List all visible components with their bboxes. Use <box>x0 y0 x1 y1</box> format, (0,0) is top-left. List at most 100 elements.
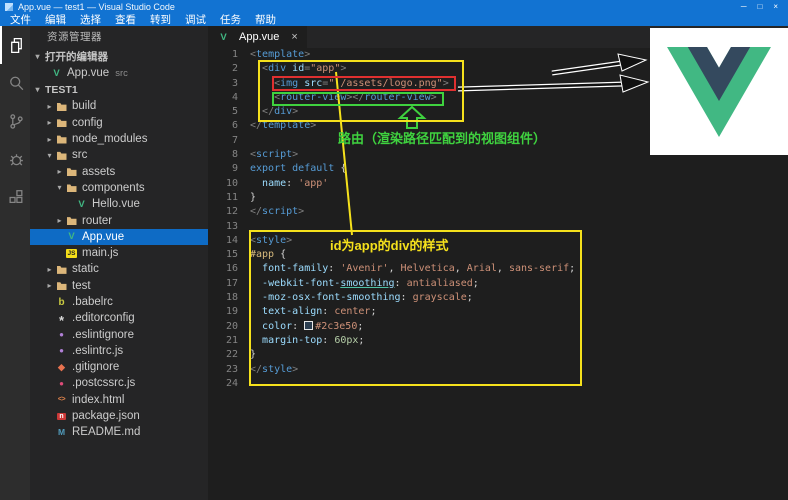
code-line[interactable]: 13 <box>208 220 788 234</box>
code-line[interactable]: 11} <box>208 191 788 205</box>
code-line[interactable]: 17 -webkit-font-smoothing: antialiased; <box>208 277 788 291</box>
tree-item-package.json[interactable]: package.json <box>30 408 208 424</box>
open-editor-detail: src <box>115 67 128 79</box>
line-number: 11 <box>225 191 238 203</box>
line-number: 14 <box>225 234 238 246</box>
line-number: 5 <box>231 106 238 118</box>
tree-item-label: src <box>72 149 88 162</box>
code-line[interactable]: 9 export default { <box>208 162 788 176</box>
line-number: 16 <box>225 263 238 275</box>
tree-item-main.js[interactable]: main.js <box>30 245 208 261</box>
tree-item-Hello.vue[interactable]: Hello.vue <box>30 196 208 212</box>
line-number: 17 <box>225 277 238 289</box>
tree-item-index.html[interactable]: index.html <box>30 392 208 408</box>
code-line[interactable]: 16 font-family: 'Avenir', Helvetica, Ari… <box>208 262 788 276</box>
tree-item-node_modules[interactable]: ▸ node_modules <box>30 131 208 147</box>
tree-item-.eslintignore[interactable]: .eslintignore <box>30 326 208 342</box>
line-number: 8 <box>231 149 238 161</box>
menu-选择[interactable]: 选择 <box>73 12 108 27</box>
code-line[interactable]: 21 margin-top: 60px; <box>208 334 788 348</box>
chevron-right-icon: ▸ <box>47 281 52 291</box>
menu-任务[interactable]: 任务 <box>213 12 248 27</box>
tree-item-.gitignore[interactable]: .gitignore <box>30 359 208 375</box>
code-line[interactable]: 20 color: #2c3e50; <box>208 320 788 334</box>
tab-close-icon[interactable]: × <box>291 31 297 43</box>
line-number: 23 <box>225 363 238 375</box>
tree-item-label: .eslintignore <box>72 328 135 341</box>
code-line[interactable]: 18 -moz-osx-font-smoothing: grayscale; <box>208 291 788 305</box>
tree-item-.postcssrc.js[interactable]: .postcssrc.js <box>30 375 208 391</box>
code-line[interactable]: 10 name: 'app' <box>208 177 788 191</box>
menu-转到[interactable]: 转到 <box>143 12 178 27</box>
tree-item-assets[interactable]: ▸ assets <box>30 163 208 179</box>
tree-item-label: .babelrc <box>72 296 113 308</box>
line-content: <script> <box>250 149 299 161</box>
explorer-sidebar: 资源管理器 ▾ 打开的编辑器 App.vue src ▾ TEST1 ▸ build… <box>30 26 208 500</box>
folder-icon <box>55 117 68 129</box>
line-content: export default { <box>250 163 347 175</box>
tab-app-vue[interactable]: App.vue × <box>208 26 307 48</box>
tree-item-label: main.js <box>82 247 119 260</box>
menu-调试[interactable]: 调试 <box>178 12 213 27</box>
explorer-icon[interactable] <box>0 26 30 64</box>
open-editors-section[interactable]: ▾ 打开的编辑器 <box>30 48 208 65</box>
tree-item-src[interactable]: ▾ src <box>30 147 208 163</box>
line-content: <div id="app"> <box>262 63 347 75</box>
tree-item-label: node_modules <box>72 133 148 146</box>
tree-item-.editorconfig[interactable]: .editorconfig <box>30 310 208 326</box>
line-content: <img src="./assets/logo.png"> <box>274 77 449 89</box>
search-icon[interactable] <box>0 64 30 102</box>
tree-item-static[interactable]: ▸ static <box>30 261 208 277</box>
tree-item-.eslintrc.js[interactable]: .eslintrc.js <box>30 343 208 359</box>
code-line[interactable]: 14 <style> <box>208 234 788 248</box>
tree-item-build[interactable]: ▸ build <box>30 98 208 114</box>
line-number: 18 <box>225 292 238 304</box>
open-editors-label: 打开的编辑器 <box>45 51 108 63</box>
open-editor-App.vue[interactable]: App.vue src <box>30 65 208 81</box>
close-icon[interactable]: × <box>773 2 778 11</box>
tree-item-label: package.json <box>72 410 140 423</box>
line-number: 12 <box>225 206 238 218</box>
chevron-down-icon: ▾ <box>47 150 52 160</box>
source-control-icon[interactable] <box>0 102 30 140</box>
menu-编辑[interactable]: 编辑 <box>38 12 73 27</box>
line-content: #app { <box>250 249 287 261</box>
chevron-right-icon: ▸ <box>47 101 52 111</box>
tree-item-test[interactable]: ▸ test <box>30 278 208 294</box>
file-tree: ▸ build ▸ config ▸ node_modules ▾ src ▸ assets ▾ co… <box>30 98 208 440</box>
color-swatch-icon[interactable] <box>304 320 314 330</box>
menu-查看[interactable]: 查看 <box>108 12 143 27</box>
tree-item-.babelrc[interactable]: .babelrc <box>30 294 208 310</box>
menu-文件[interactable]: 文件 <box>3 12 38 27</box>
tree-item-label: components <box>82 181 145 194</box>
tree-item-components[interactable]: ▾ components <box>30 180 208 196</box>
code-line[interactable]: 24 <box>208 377 788 391</box>
editorconfig-icon <box>55 312 68 324</box>
menu-帮助[interactable]: 帮助 <box>248 12 283 27</box>
code-line[interactable]: 19 text-align: center; <box>208 305 788 319</box>
line-number: 22 <box>225 349 238 361</box>
maximize-icon[interactable]: □ <box>757 2 762 11</box>
tree-item-label: .gitignore <box>72 361 120 374</box>
tree-item-config[interactable]: ▸ config <box>30 115 208 131</box>
extensions-icon[interactable] <box>0 178 30 216</box>
tree-item-label: config <box>72 116 103 129</box>
code-line[interactable]: 22} <box>208 348 788 362</box>
tree-item-label: README.md <box>72 426 141 439</box>
folder-icon <box>55 263 68 275</box>
tree-item-router[interactable]: ▸ router <box>30 212 208 228</box>
project-root-label: TEST1 <box>45 83 78 96</box>
minimize-icon[interactable]: ─ <box>741 2 747 11</box>
tree-item-label: index.html <box>72 393 125 406</box>
tree-item-README.md[interactable]: README.md <box>30 424 208 440</box>
line-content: } <box>250 349 257 361</box>
line-number: 1 <box>231 49 238 60</box>
project-root-section[interactable]: ▾ TEST1 <box>30 81 208 98</box>
code-line[interactable]: 23 </style> <box>208 363 788 377</box>
debug-icon[interactable] <box>0 140 30 178</box>
code-line[interactable]: 15 #app { <box>208 248 788 262</box>
code-line[interactable]: 12 </script> <box>208 205 788 219</box>
js-icon <box>65 247 78 259</box>
tree-item-App.vue[interactable]: App.vue <box>30 228 208 245</box>
window-title: App.vue — test1 — Visual Studio Code <box>18 1 175 12</box>
